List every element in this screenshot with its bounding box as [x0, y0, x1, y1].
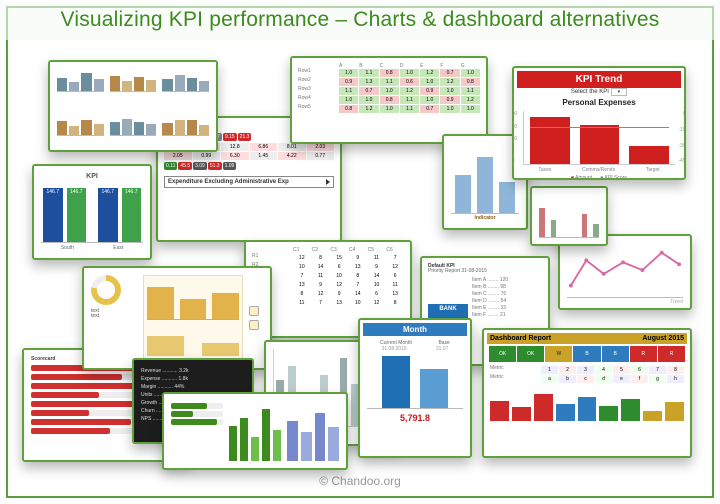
kt-title: Personal Expenses	[517, 96, 681, 109]
card-small-multiples	[48, 60, 218, 152]
dr-left: Dashboard Report	[490, 335, 551, 342]
card-kpi-trend: KPI Trend Select the KPI ▾ Personal Expe…	[512, 66, 686, 180]
kpi-bars-legend-r: East	[113, 245, 123, 251]
line-chart-icon	[567, 243, 683, 297]
exp-note: Expenditure Excluding Administrative Exp	[168, 179, 289, 185]
card-mini-bars	[530, 186, 608, 246]
mk-header: Month	[363, 323, 467, 336]
kt-plot: 350.00 250.00 150.00 50.00 0.00% -15.00%…	[523, 111, 675, 165]
nav-down-icon[interactable]	[249, 320, 259, 330]
kt-header: KPI Trend	[517, 71, 681, 88]
mk-value: 5,791.8	[367, 413, 463, 423]
caption: © Chandoo.org	[0, 474, 720, 488]
dr-right: August 2015	[642, 335, 684, 342]
kt-legend-amount: Amount	[571, 175, 592, 180]
nav-up-icon[interactable]	[249, 306, 259, 316]
donut-icon	[91, 275, 121, 305]
card-heat-table: ABCDEFG Row11.01.10.81.01.20.71.0 Row20.…	[290, 56, 488, 144]
card-month-kpi: Month Current Month Base 31.08.2015 31.0…	[358, 318, 472, 458]
page-title: Visualizing KPI performance – Charts & d…	[0, 2, 720, 40]
card-kpi-bars: KPI 146.7 146.7 146.7 146.7 South East	[32, 164, 152, 260]
chevron-right-icon	[326, 179, 330, 185]
collage: KPI 146.7 146.7 146.7 146.7 South East l…	[22, 56, 698, 474]
priority-sub: Priority Report 31-08-2015	[428, 269, 542, 274]
card-bullet-green	[162, 392, 348, 470]
kt-sub: Select the KPI	[571, 89, 609, 95]
kpi-bars-legend-l: South	[61, 245, 74, 251]
kt-dropdown[interactable]: ▾	[611, 88, 628, 96]
card-dashboard-report: Dashboard Report August 2015 OK OK W B B…	[482, 328, 692, 458]
kt-legend-score: KPI Score	[600, 175, 627, 180]
card-amber-dashboard: text text	[82, 266, 272, 370]
bank-label: BANK	[428, 306, 468, 312]
kpi-bars-title: KPI	[41, 173, 143, 180]
